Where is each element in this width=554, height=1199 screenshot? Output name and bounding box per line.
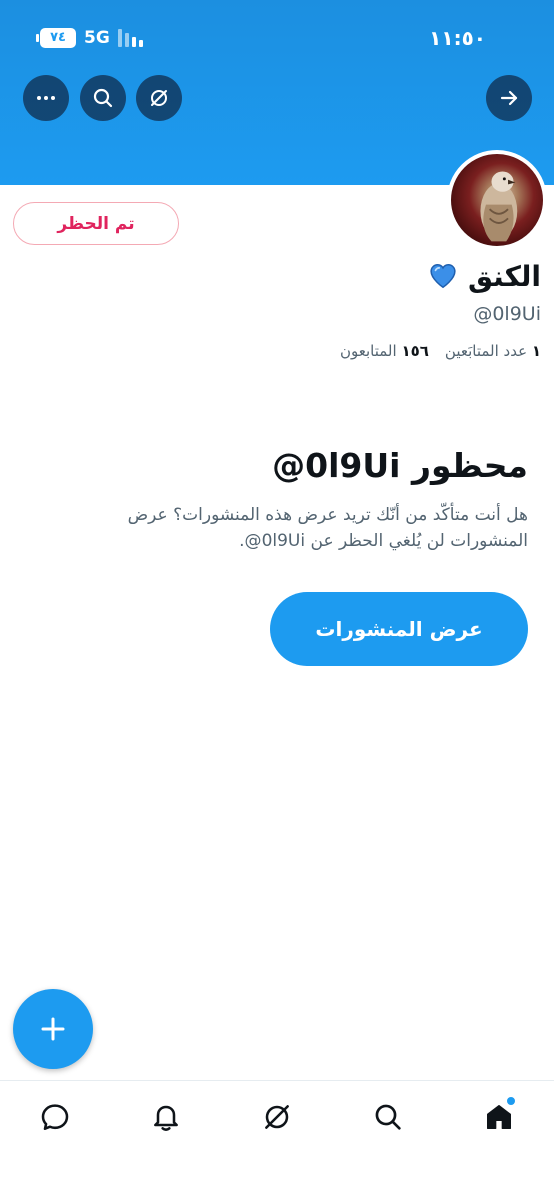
followers-label: المتابعون: [339, 342, 397, 360]
status-time: ١١:٥٠: [429, 25, 486, 50]
blocked-button[interactable]: تم الحظر: [13, 202, 179, 245]
user-handle: @0l9Ui: [473, 303, 541, 325]
grok-icon: [265, 1104, 289, 1129]
back-button[interactable]: [486, 75, 532, 121]
grok-button[interactable]: [136, 75, 182, 121]
blocked-description: هل أنت متأكّد من أنّك تريد عرض هذه المنش…: [127, 505, 528, 551]
blocked-title: محظور 0l9Ui@: [272, 446, 528, 485]
nav-home[interactable]: [469, 1087, 529, 1147]
status-left: ٧٤ 5G: [36, 27, 143, 48]
system-nav-area: [0, 1152, 554, 1199]
battery-indicator: ٧٤: [36, 27, 76, 48]
falcon-avatar-image: [480, 171, 518, 242]
nav-search[interactable]: [358, 1087, 418, 1147]
name-row: الكنق: [21, 255, 541, 297]
compose-button[interactable]: [13, 989, 93, 1069]
blue-heart-icon: [430, 263, 456, 289]
profile-info: الكنق @0l9Ui ١ عدد المتابَعين ١٥٦ المتاب…: [21, 255, 541, 363]
more-icon: [37, 96, 55, 100]
following-stat[interactable]: ١ عدد المتابَعين: [445, 342, 541, 360]
avatar[interactable]: [447, 150, 547, 250]
followers-count: ١٥٦: [401, 342, 429, 360]
network-type: 5G: [84, 27, 110, 48]
following-count: ١: [531, 342, 541, 360]
status-bar: ٧٤ 5G ١١:٥٠: [0, 0, 554, 75]
grok-icon: [151, 90, 167, 106]
following-label: عدد المتابَعين: [444, 342, 528, 360]
followers-stat[interactable]: ١٥٦ المتابعون: [340, 342, 429, 360]
nav-messages[interactable]: [25, 1087, 85, 1147]
search-icon: [375, 1104, 401, 1130]
nav-notifications[interactable]: [136, 1087, 196, 1147]
home-notification-dot: [506, 1096, 515, 1105]
arrow-right-icon: [500, 90, 518, 106]
profile-stats: ١ عدد المتابَعين ١٥٦ المتابعون: [21, 339, 541, 363]
blocked-notice: محظور 0l9Ui@ هل أنت متأكّد من أنّك تريد …: [48, 440, 528, 554]
bottom-nav: [0, 1080, 554, 1152]
display-name: الكنق: [467, 259, 541, 293]
notifications-icon: [154, 1105, 179, 1131]
home-icon: [486, 1104, 511, 1129]
messages-icon: [42, 1103, 69, 1130]
more-button[interactable]: [23, 75, 69, 121]
search-icon: [93, 88, 113, 108]
search-button[interactable]: [80, 75, 126, 121]
view-posts-button[interactable]: عرض المنشورات: [270, 592, 528, 666]
plus-icon: [41, 1017, 65, 1041]
nav-grok[interactable]: [247, 1087, 307, 1147]
signal-icon: [117, 28, 143, 47]
